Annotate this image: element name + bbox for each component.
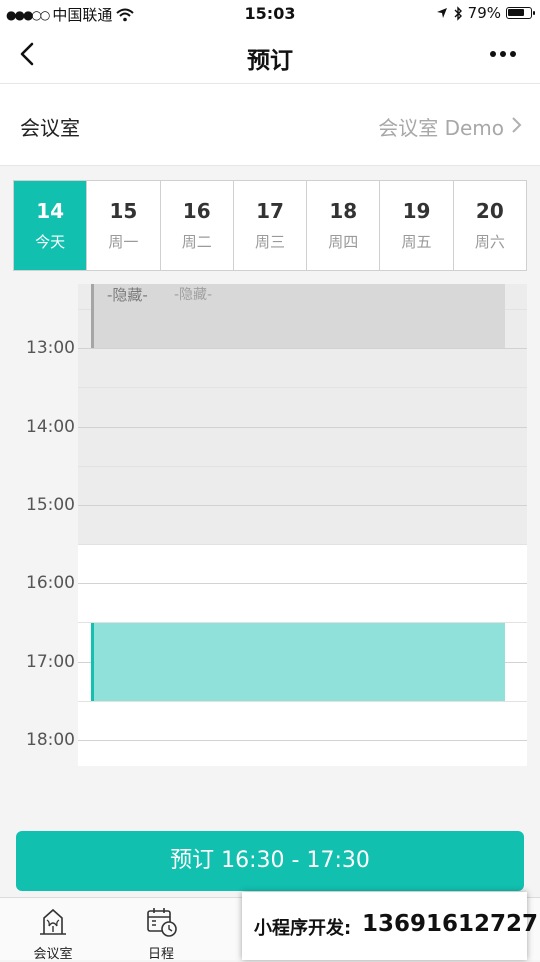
date-tab-4[interactable]: 18 周四 [306, 181, 379, 270]
time-label: 13:00 [26, 338, 75, 358]
battery-fill [508, 9, 524, 16]
time-label: 17:00 [26, 652, 75, 672]
grid-line-half [78, 544, 527, 545]
date-number: 15 [109, 199, 138, 223]
room-selector[interactable]: 会议室 会议室 Demo [0, 84, 540, 166]
time-label: 18:00 [26, 730, 75, 750]
more-dots-icon[interactable] [488, 42, 518, 66]
hidden-event-subtitle: -隐藏- [174, 287, 213, 303]
hidden-event-title: -隐藏- [107, 286, 148, 304]
overlay-phone: 13691612727 [362, 911, 539, 937]
date-weekday: 周五 [401, 233, 432, 251]
time-label: 16:00 [26, 573, 75, 593]
grid-line-hour [78, 427, 527, 428]
building-icon [40, 908, 66, 935]
date-number: 18 [329, 199, 358, 223]
battery-icon [506, 7, 535, 19]
date-tab-3[interactable]: 17 周三 [232, 181, 306, 270]
date-tab-1[interactable]: 15 周一 [86, 181, 159, 270]
date-tab-2[interactable]: 16 周二 [159, 181, 233, 270]
battery-percent: 79% [467, 4, 501, 22]
date-weekday: 周二 [181, 233, 212, 251]
book-button[interactable]: 预订 16:30 - 17:30 [16, 831, 524, 891]
grid-line-half [78, 466, 527, 467]
chevron-right-icon [512, 117, 522, 133]
date-tab-0[interactable]: 14 今天 [14, 181, 87, 270]
date-weekday: 周六 [474, 233, 505, 251]
date-weekday: 周一 [108, 233, 139, 251]
date-weekday: 周三 [254, 233, 285, 251]
hidden-event-block[interactable]: -隐藏- -隐藏- [91, 284, 505, 348]
location-arrow-icon [436, 8, 447, 18]
date-tab-6[interactable]: 20 周六 [452, 181, 526, 270]
grid-line-hour [78, 583, 527, 584]
date-number: 16 [182, 199, 211, 223]
date-strip: 14 今天 15 周一 16 周二 17 周三 18 周四 19 周五 20 周… [13, 180, 527, 271]
status-bar: ●●●○○ 中国联通 15:03 79% [0, 0, 540, 28]
overlay-label: 小程序开发: [254, 918, 352, 939]
schedule-grid[interactable]: 13:00 14:00 15:00 16:00 17:00 18:00 -隐藏-… [0, 284, 540, 766]
grid-line-hour [78, 348, 527, 349]
tab-meeting-room[interactable]: 会议室 [8, 904, 98, 962]
status-right: 79% [436, 4, 535, 22]
room-value: 会议室 Demo [378, 116, 504, 140]
bluetooth-icon [454, 5, 462, 21]
room-label: 会议室 [20, 116, 80, 140]
grid-line-hour [78, 505, 527, 506]
grid-line-half [78, 701, 527, 702]
calendar-clock-icon [147, 908, 177, 937]
date-number: 19 [402, 199, 431, 223]
grid-line-half [78, 387, 527, 388]
selected-booking-block[interactable] [91, 623, 505, 701]
nav-bar: 预订 [0, 28, 540, 84]
time-label: 14:00 [26, 417, 75, 437]
time-label: 15:00 [26, 495, 75, 515]
tab-schedule[interactable]: 日程 [116, 904, 206, 962]
developer-contact-overlay: 小程序开发: 13691612727 [242, 892, 538, 960]
tab-label: 会议室 [33, 947, 73, 962]
date-weekday: 今天 [35, 233, 66, 251]
date-number: 17 [256, 199, 284, 223]
date-weekday: 周四 [328, 233, 359, 251]
date-number: 14 [36, 199, 65, 223]
page-title: 预订 [247, 48, 293, 74]
grid-line-hour [78, 740, 527, 741]
date-number: 20 [475, 199, 504, 223]
date-tab-5[interactable]: 19 周五 [379, 181, 452, 270]
tab-label: 日程 [147, 947, 174, 962]
